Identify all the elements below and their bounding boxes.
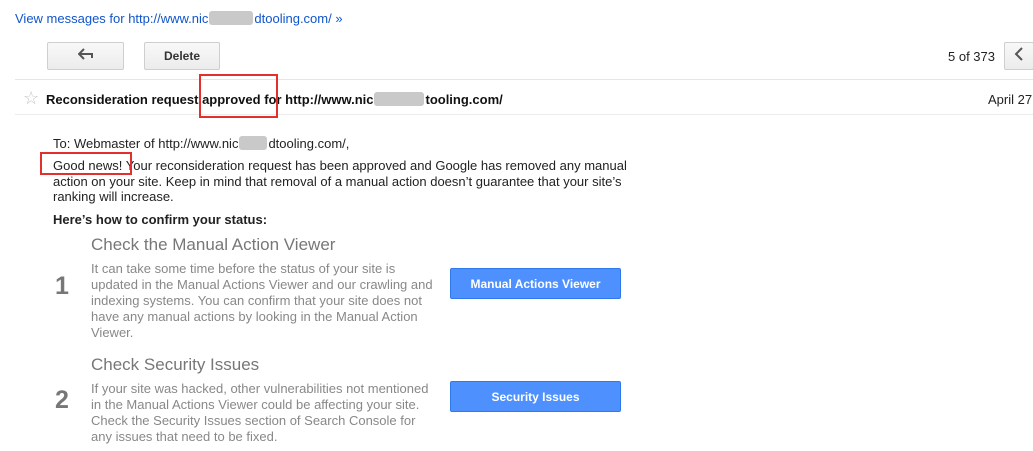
- step-1-number: 1: [55, 272, 69, 300]
- subject-divider: [15, 114, 1033, 115]
- view-link-suffix: dtooling.com/ »: [254, 11, 343, 26]
- good-news-text: Good news!: [53, 158, 123, 173]
- howto-heading: Here’s how to confirm your status:: [53, 212, 268, 227]
- to-line: To: Webmaster of http://www.nic dtooling.…: [53, 136, 349, 151]
- delete-button[interactable]: Delete: [144, 42, 220, 70]
- chevron-left-icon: [1014, 46, 1024, 66]
- pagination-count: 5 of 373: [948, 49, 995, 64]
- step-2-text: If your site was hacked, other vulnerabi…: [91, 381, 429, 444]
- redacted-block: [239, 136, 268, 150]
- subject-highlight-word: approved: [202, 92, 261, 107]
- previous-button[interactable]: [1004, 42, 1033, 70]
- step-2-number: 2: [55, 386, 69, 414]
- redacted-block: [209, 11, 254, 25]
- step-2-title: Check Security Issues: [91, 355, 260, 374]
- step-1-title: Check the Manual Action Viewer: [91, 235, 336, 254]
- to-text-post: dtooling.com/,: [268, 136, 350, 151]
- message-subject: Reconsideration request approved for htt…: [46, 92, 503, 107]
- to-text-pre: To: Webmaster of http://www.nic: [53, 136, 239, 151]
- star-icon[interactable]: ☆: [23, 88, 39, 109]
- redacted-block: [374, 92, 425, 106]
- subject-text-post: tooling.com/: [425, 92, 503, 107]
- view-link-text: View messages for http://www.nic: [15, 11, 209, 26]
- security-issues-button[interactable]: Security Issues: [450, 381, 621, 412]
- subject-text-mid: for http://www.nic: [264, 92, 374, 107]
- step-1-text: It can take some time before the status …: [91, 261, 433, 340]
- subject-text-pre: Reconsideration request: [46, 92, 199, 107]
- view-messages-link[interactable]: View messages for http://www.nic dtooling…: [15, 11, 343, 26]
- reply-arrow-icon: [77, 47, 94, 65]
- message-paragraph: Good news! Your reconsideration request …: [53, 158, 643, 205]
- paragraph-text: Your reconsideration request has been ap…: [53, 158, 627, 204]
- reply-button[interactable]: [47, 42, 124, 70]
- manual-actions-viewer-button[interactable]: Manual Actions Viewer: [450, 268, 621, 299]
- message-date: April 27: [988, 92, 1033, 107]
- toolbar-divider: [15, 79, 1033, 80]
